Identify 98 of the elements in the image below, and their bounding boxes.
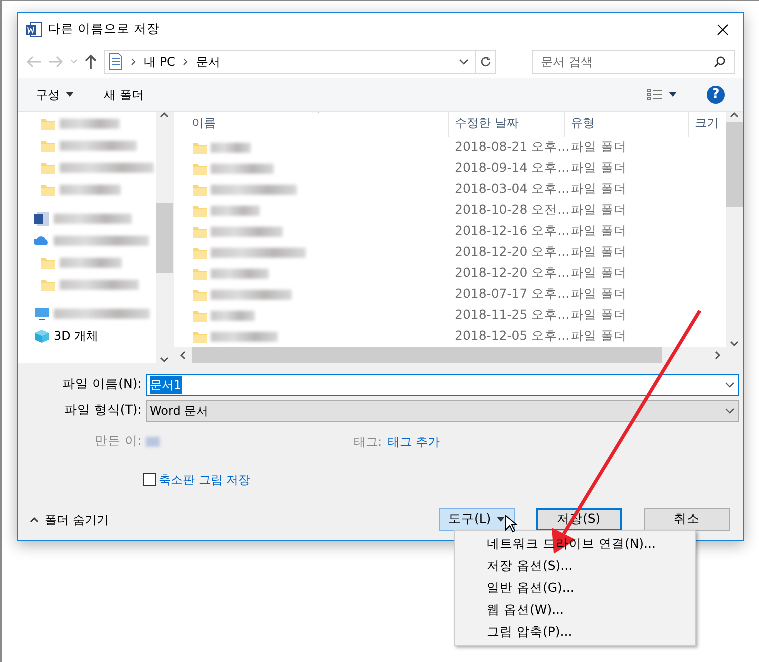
blurred-item[interactable]	[60, 258, 122, 268]
document-icon	[109, 53, 123, 71]
blurred-item[interactable]	[60, 141, 137, 151]
scroll-down-icon[interactable]	[160, 357, 169, 363]
blurred-file-name[interactable]	[211, 290, 292, 300]
blurred-file-name[interactable]	[211, 248, 306, 258]
window-title: 다른 이름으로 저장	[48, 20, 160, 38]
blurred-file-name[interactable]	[211, 310, 255, 320]
blurred-file-name[interactable]	[211, 206, 260, 216]
search-placeholder: 문서 검색	[541, 54, 593, 71]
up-arrow-icon[interactable]	[84, 54, 98, 70]
folder-icon	[40, 138, 56, 154]
blurred-item[interactable]	[54, 309, 150, 319]
chevron-down-icon[interactable]	[459, 59, 469, 65]
scroll-right-icon[interactable]	[715, 351, 721, 360]
field-label: 태그:	[352, 434, 383, 450]
address-bar[interactable]: 내 PC 문서	[104, 50, 496, 74]
checkbox-label[interactable]: 축소판 그림 저장	[159, 470, 251, 488]
document-icon	[34, 211, 50, 227]
sidebar-item[interactable]: 3D 개체	[54, 327, 99, 345]
blurred-item[interactable]	[54, 214, 132, 224]
type-cell-text: 파일 폴더	[570, 138, 628, 156]
type-cell-text: 파일 폴더	[570, 327, 628, 346]
tools-button[interactable]: 도구(L)	[438, 508, 515, 531]
column-header[interactable]: 이름	[174, 112, 449, 137]
close-icon	[717, 24, 729, 36]
folder-icon	[40, 182, 56, 198]
chevron-up-icon	[30, 516, 39, 522]
menu-item[interactable]: 일반 옵션(G)...	[455, 577, 695, 599]
search-field[interactable]: 문서 검색	[532, 50, 735, 74]
blurred-author	[146, 436, 160, 446]
blurred-item[interactable]	[60, 280, 139, 290]
search-icon	[714, 56, 726, 68]
folder-icon	[40, 255, 56, 271]
column-header[interactable]: 크기	[689, 112, 726, 137]
cube-icon	[34, 328, 50, 344]
breadcrumb[interactable]: 문서	[196, 53, 220, 71]
chevron-right-icon	[183, 58, 188, 66]
hide-folders-button[interactable]: 폴더 숨기기	[30, 510, 109, 528]
file-name-field[interactable]: 문서1	[146, 374, 739, 396]
caret-icon	[66, 92, 74, 97]
refresh-icon	[480, 56, 492, 68]
help-button[interactable]: ?	[707, 86, 725, 104]
details-view-icon	[647, 88, 663, 100]
checkbox[interactable]	[143, 473, 156, 486]
blurred-file-name[interactable]	[211, 142, 251, 152]
file-type-dropdown[interactable]: Word 문서	[146, 400, 739, 422]
blurred-file-name[interactable]	[211, 184, 297, 194]
column-header[interactable]: 수정한 날짜	[449, 112, 565, 137]
organize-button[interactable]: 구성	[36, 86, 74, 104]
caret-icon	[497, 517, 506, 522]
folder-icon	[40, 116, 56, 132]
blurred-file-name[interactable]	[211, 268, 269, 278]
type-cell-text: 파일 폴더	[570, 285, 628, 304]
chevron-down-icon[interactable]	[725, 382, 735, 388]
field-label: 파일 이름(N):	[62, 375, 143, 394]
blurred-item[interactable]	[54, 236, 149, 246]
chevron-down-icon[interactable]	[725, 408, 735, 414]
scroll-left-icon[interactable]	[180, 351, 186, 360]
type-cell-text: 파일 폴더	[570, 264, 628, 282]
type-cell-text: 파일 폴더	[570, 243, 628, 262]
cancel-button[interactable]: 취소	[644, 508, 730, 531]
menu-item[interactable]: 웹 옵션(W)...	[455, 599, 695, 621]
view-options-button[interactable]	[647, 88, 677, 100]
blurred-item[interactable]	[60, 163, 154, 173]
menu-item[interactable]: 저장 옵션(S)...	[455, 555, 695, 577]
type-cell-text: 파일 폴더	[570, 180, 628, 198]
back-arrow-icon[interactable]	[26, 55, 42, 69]
blurred-file-name[interactable]	[211, 164, 274, 174]
chevron-right-icon	[131, 58, 136, 66]
scrollbar-thumb[interactable]	[192, 347, 662, 364]
mouse-cursor-icon	[505, 515, 517, 533]
scrollbar-thumb[interactable]	[156, 202, 173, 272]
blurred-file-name[interactable]	[211, 332, 278, 342]
scroll-up-icon[interactable]	[160, 112, 169, 118]
folder-icon	[40, 277, 56, 293]
column-header[interactable]: 유형	[565, 112, 689, 137]
scroll-down-icon[interactable]	[730, 341, 739, 347]
type-cell-text: 파일 폴더	[570, 201, 628, 220]
field-label: 파일 형식(T):	[63, 401, 143, 420]
scroll-up-icon[interactable]	[730, 112, 739, 118]
caret-icon	[669, 92, 677, 97]
add-tag-link[interactable]: 태그 추가	[388, 432, 440, 450]
field-label: 만든 이:	[94, 432, 143, 450]
blurred-file-name[interactable]	[211, 226, 283, 236]
blurred-item[interactable]	[60, 119, 120, 129]
menu-item[interactable]: 그림 압축(P)...	[455, 621, 695, 643]
scrollbar-thumb[interactable]	[726, 122, 743, 207]
folder-icon	[40, 160, 56, 176]
type-cell-text: 파일 폴더	[570, 306, 628, 324]
type-cell-text: 파일 폴더	[570, 159, 628, 178]
breadcrumb[interactable]: 내 PC	[144, 53, 176, 71]
type-cell-text: 파일 폴더	[570, 222, 628, 240]
new-folder-button[interactable]: 새 폴더	[104, 86, 144, 104]
word-app-icon	[26, 22, 42, 38]
forward-arrow-icon[interactable]	[48, 55, 64, 69]
blurred-item[interactable]	[60, 185, 121, 195]
computer-icon	[34, 306, 50, 322]
